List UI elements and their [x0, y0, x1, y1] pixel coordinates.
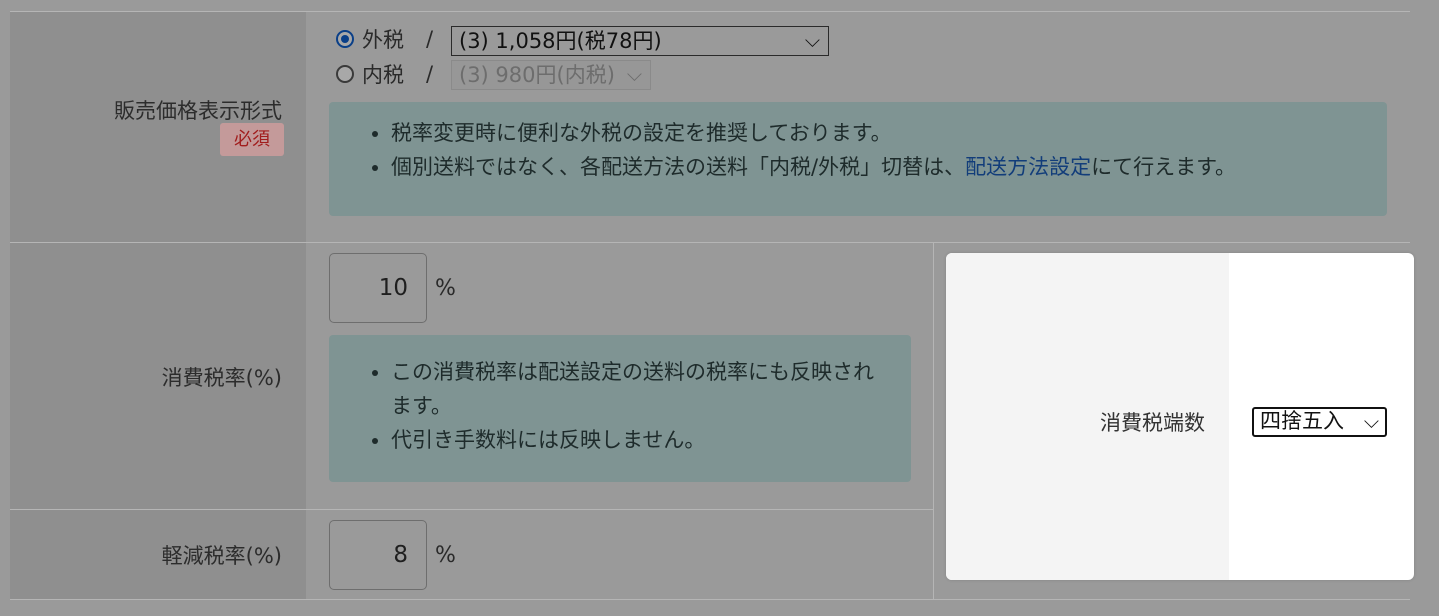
exclusive-tax-select[interactable]: (3) 1,058円(税78円) ⌵	[451, 26, 829, 56]
price-display-label: 販売価格表示形式	[114, 99, 282, 123]
inclusive-tax-select-value: (3) 980円(内税)	[459, 63, 615, 87]
reduced-tax-unit: %	[435, 543, 456, 568]
radio-checked-icon[interactable]	[336, 30, 354, 48]
consumption-tax-unit: %	[435, 276, 456, 301]
tax-rounding-select[interactable]: 四捨五入 ⌵	[1252, 407, 1387, 437]
row-divider	[10, 11, 1410, 12]
note-item: この消費税率は配送設定の送料の税率にも反映されます。	[391, 355, 891, 423]
radio-inclusive-tax[interactable]: 内税 /	[336, 57, 443, 91]
tax-rounding-label: 消費税端数	[1100, 411, 1205, 435]
required-badge: 必須	[220, 123, 284, 156]
tax-rounding-select-value: 四捨五入	[1260, 409, 1344, 433]
delivery-settings-link[interactable]: 配送方法設定	[965, 155, 1091, 179]
note-item: 税率変更時に便利な外税の設定を推奨しております。	[391, 116, 1367, 150]
note-text: にて行えます。	[1091, 155, 1236, 179]
settings-page: 販売価格表示形式 必須 外税 / (3) 1,058円(税78円) ⌵ 内税 /…	[0, 0, 1439, 616]
radio-unchecked-icon[interactable]	[336, 65, 354, 83]
price-display-notes: 税率変更時に便利な外税の設定を推奨しております。 個別送料ではなく、各配送方法の…	[329, 102, 1387, 216]
chevron-down-icon: ⌵	[1363, 409, 1379, 433]
slash-separator: /	[426, 62, 434, 86]
consumption-tax-notes: この消費税率は配送設定の送料の税率にも反映されます。 代引き手数料には反映しませ…	[329, 335, 911, 482]
row-divider	[10, 599, 1410, 600]
radio-inclusive-label: 内税	[362, 63, 404, 87]
slash-separator: /	[426, 27, 434, 51]
inclusive-tax-select[interactable]: (3) 980円(内税) ⌵	[451, 60, 651, 90]
reduced-tax-label: 軽減税率(%)	[161, 544, 282, 568]
reduced-tax-input[interactable]: 8	[329, 520, 427, 590]
radio-exclusive-tax[interactable]: 外税 /	[336, 22, 443, 56]
radio-exclusive-label: 外税	[362, 28, 404, 52]
column-divider	[933, 243, 934, 599]
row-divider	[10, 509, 934, 510]
chevron-down-icon: ⌵	[804, 28, 820, 52]
exclusive-tax-select-value: (3) 1,058円(税78円)	[459, 29, 662, 53]
note-item: 個別送料ではなく、各配送方法の送料「内税/外税」切替は、配送方法設定にて行えます…	[391, 150, 1367, 184]
tax-rounding-label-cell: 消費税端数	[946, 253, 1229, 580]
tax-rounding-panel: 消費税端数 四捨五入 ⌵	[946, 253, 1414, 580]
note-item: 代引き手数料には反映しません。	[391, 423, 891, 457]
note-text: 個別送料ではなく、各配送方法の送料「内税/外税」切替は、	[391, 155, 966, 179]
consumption-tax-input[interactable]: 10	[329, 253, 427, 323]
chevron-down-icon: ⌵	[626, 62, 642, 86]
row-divider	[10, 242, 1410, 243]
consumption-tax-label: 消費税率(%)	[161, 366, 282, 390]
